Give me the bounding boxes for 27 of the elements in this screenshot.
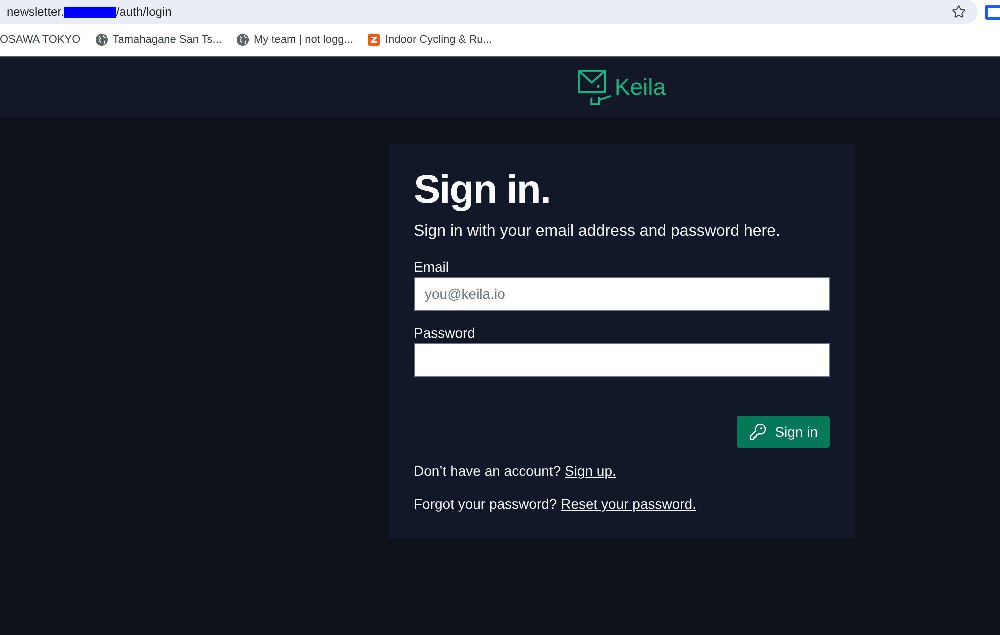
- email-field[interactable]: you@keila.io: [414, 277, 830, 311]
- bookmark-item[interactable]: Tamahagane San Ts...: [96, 32, 222, 48]
- address-bar[interactable]: newsletter. /auth/login: [0, 0, 978, 24]
- reset-password-link[interactable]: Reset your password.: [561, 496, 696, 512]
- page-title: Sign in.: [414, 168, 552, 212]
- field-label: Password: [414, 324, 476, 343]
- signup-link[interactable]: Sign up.: [565, 463, 616, 479]
- logo-text: Keila: [614, 76, 666, 99]
- redaction-mark: [64, 6, 116, 18]
- sign-in-button[interactable]: Sign in: [737, 416, 830, 448]
- url-text: newsletter.: [7, 4, 64, 21]
- url-text: /auth/login: [116, 4, 172, 21]
- globe-icon: [96, 34, 108, 46]
- subtitle-text: Sign in with your email address and password here.: [414, 222, 782, 242]
- reset-prompt: Forgot your password? Reset your password.: [414, 495, 698, 514]
- bookmark-item[interactable]: OSAWA TOKYO: [0, 32, 81, 48]
- field-label: Email: [414, 258, 450, 277]
- globe-icon: [236, 34, 249, 46]
- envelope-logo-icon: [578, 70, 612, 105]
- bookmark-item[interactable]: Indoor Cycling & Ru...: [368, 32, 492, 48]
- signup-prompt: Don’t have an account? Sign up.: [414, 462, 618, 481]
- key-icon: [749, 423, 768, 441]
- password-field[interactable]: [414, 343, 830, 377]
- extension-icon[interactable]: [985, 4, 1000, 20]
- bookmark-item[interactable]: My team | not logg...: [236, 32, 354, 48]
- star-icon[interactable]: [952, 5, 966, 19]
- app-logo-icon: [368, 34, 380, 46]
